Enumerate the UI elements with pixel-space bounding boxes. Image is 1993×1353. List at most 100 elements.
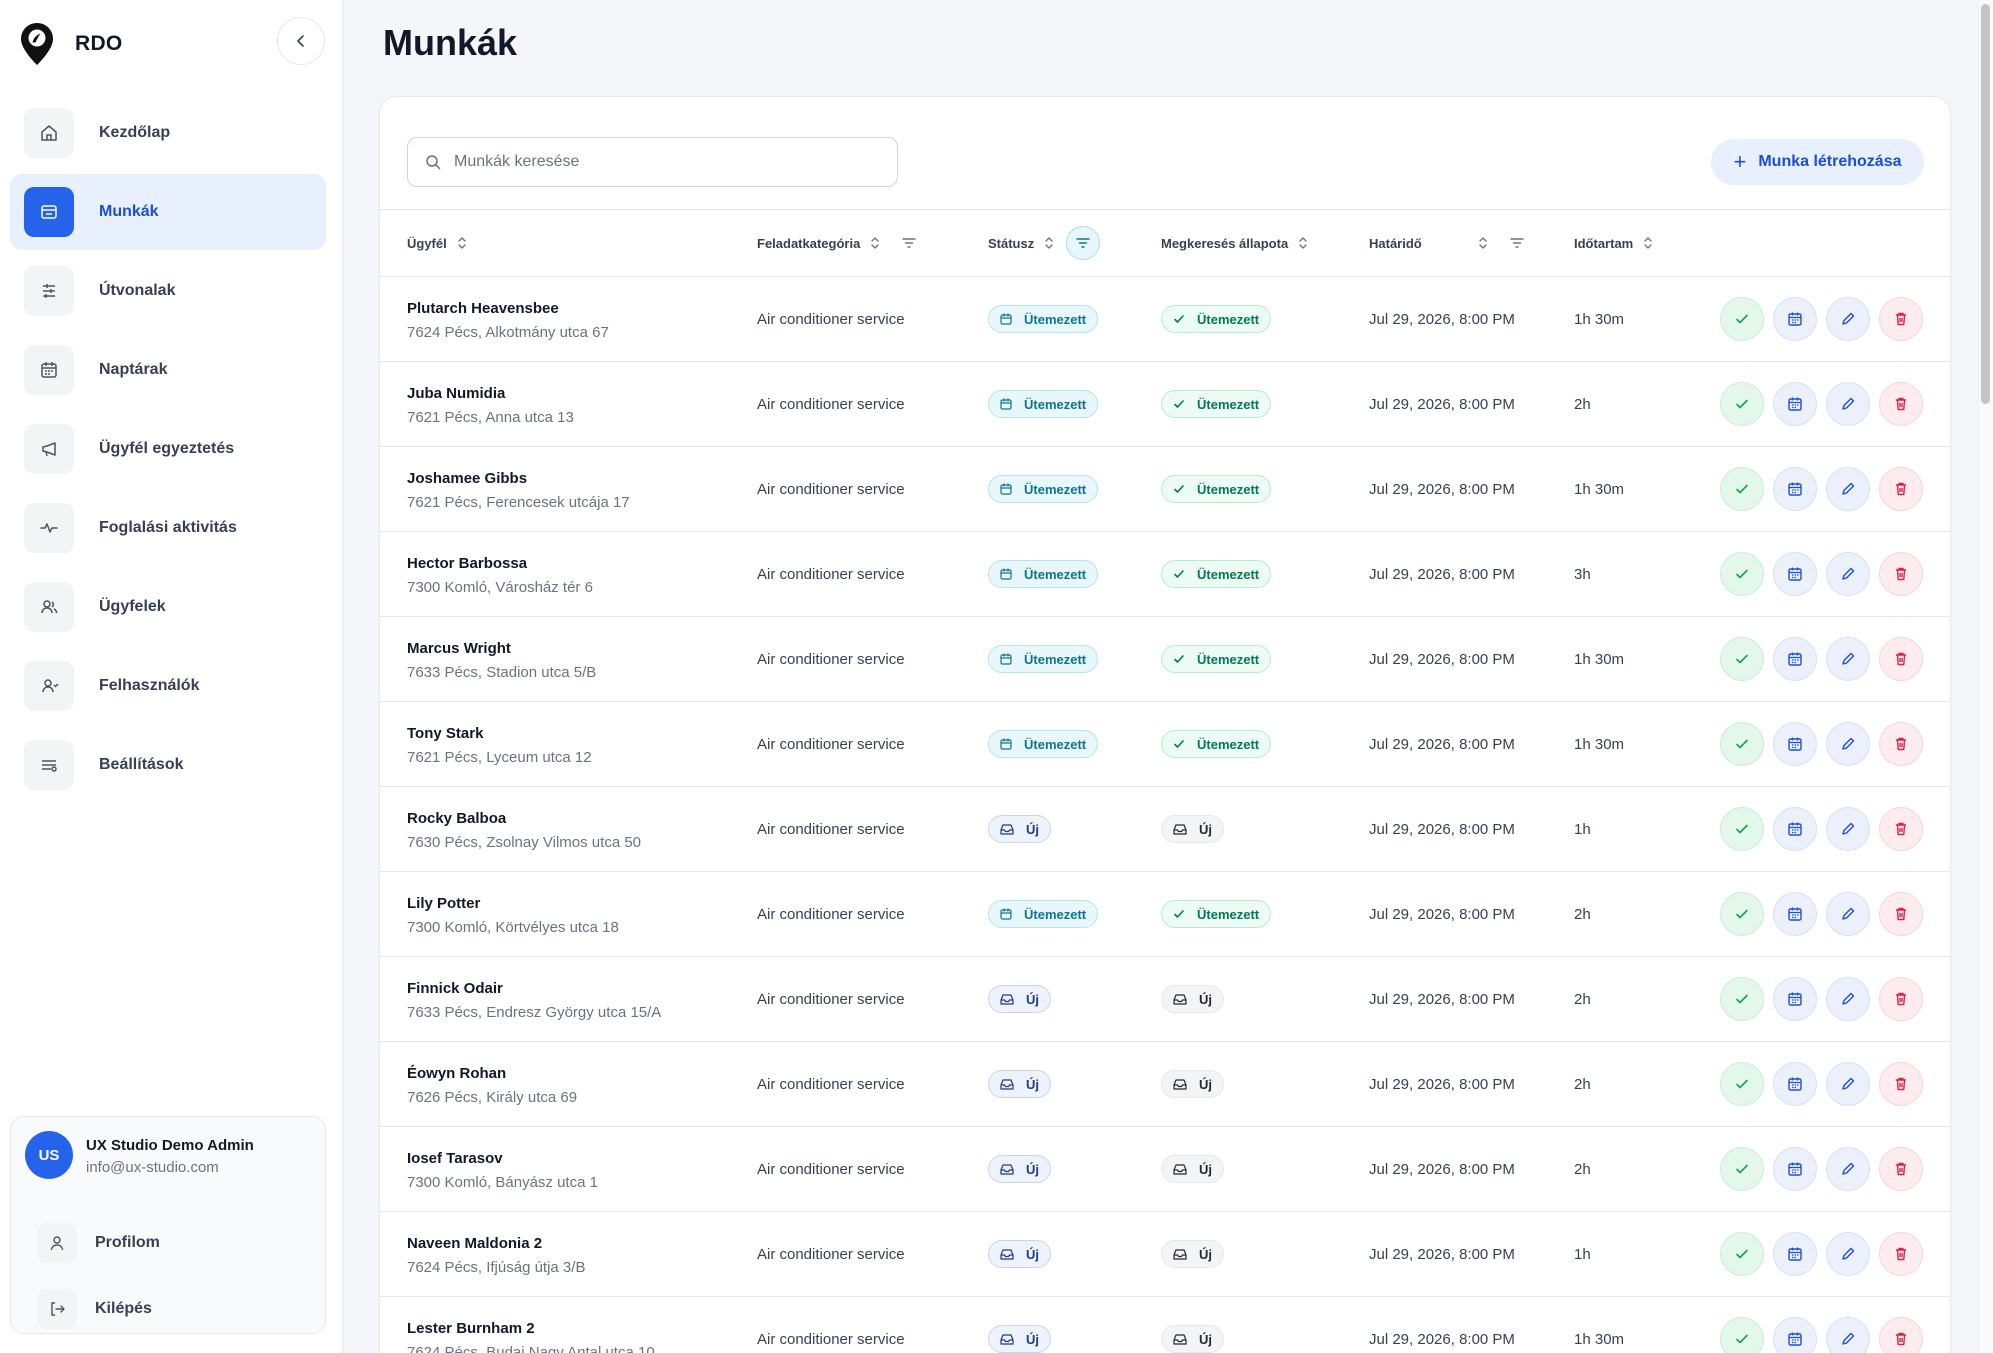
edit-button[interactable] (1826, 892, 1870, 936)
table-row[interactable]: Naveen Maldonia 2 7624 Pécs, Ifjúság útja… (380, 1212, 1950, 1297)
delete-button[interactable] (1879, 637, 1923, 681)
schedule-button[interactable] (1773, 297, 1817, 341)
sort-icon[interactable] (1298, 236, 1308, 250)
sidebar-item-users[interactable]: Felhasználók (10, 648, 326, 724)
edit-button[interactable] (1826, 297, 1870, 341)
schedule-button[interactable] (1773, 1317, 1817, 1353)
schedule-button[interactable] (1773, 977, 1817, 1021)
complete-button[interactable] (1720, 1062, 1764, 1106)
complete-button[interactable] (1720, 722, 1764, 766)
check-icon (1734, 566, 1750, 582)
column-duration[interactable]: Időtartam (1574, 210, 1653, 276)
table-row[interactable]: Joshamee Gibbs 7621 Pécs, Ferencesek utcá… (380, 447, 1950, 532)
brand[interactable]: RDO (20, 20, 123, 68)
edit-button[interactable] (1826, 552, 1870, 596)
sort-icon[interactable] (457, 236, 467, 250)
delete-button[interactable] (1879, 892, 1923, 936)
filter-active-icon[interactable] (1066, 226, 1101, 260)
schedule-button[interactable] (1773, 637, 1817, 681)
table-row[interactable]: Lily Potter 7300 Komló, Körtvélyes utca 1… (380, 872, 1950, 957)
sidebar-item-jobs[interactable]: Munkák (10, 174, 326, 250)
delete-button[interactable] (1879, 1062, 1923, 1106)
profile-button[interactable]: Profilom (37, 1221, 160, 1265)
edit-button[interactable] (1826, 467, 1870, 511)
logout-button[interactable]: Kilépés (37, 1287, 152, 1331)
schedule-button[interactable] (1773, 382, 1817, 426)
edit-button[interactable] (1826, 977, 1870, 1021)
sidebar-item-booking-activity[interactable]: Foglalási aktivitás (10, 490, 326, 566)
edit-button[interactable] (1826, 1317, 1870, 1353)
sort-icon[interactable] (1478, 236, 1488, 250)
schedule-button[interactable] (1773, 807, 1817, 851)
sort-icon[interactable] (1643, 236, 1653, 250)
delete-button[interactable] (1879, 807, 1923, 851)
sidebar-item-settings[interactable]: Beállítások (10, 727, 326, 803)
create-job-button[interactable]: + Munka létrehozása (1711, 139, 1924, 185)
complete-button[interactable] (1720, 552, 1764, 596)
column-client[interactable]: Ügyfél (407, 210, 467, 276)
delete-button[interactable] (1879, 382, 1923, 426)
delete-button[interactable] (1879, 552, 1923, 596)
scrollbar[interactable] (1978, 0, 1993, 1353)
delete-button[interactable] (1879, 722, 1923, 766)
schedule-button[interactable] (1773, 1062, 1817, 1106)
edit-button[interactable] (1826, 1232, 1870, 1276)
edit-button[interactable] (1826, 1147, 1870, 1191)
edit-button[interactable] (1826, 1062, 1870, 1106)
sidebar-item-routes[interactable]: Útvonalak (10, 253, 326, 329)
delete-button[interactable] (1879, 467, 1923, 511)
sort-icon[interactable] (1044, 236, 1054, 250)
column-deadline[interactable]: Határidő (1369, 210, 1524, 276)
complete-button[interactable] (1720, 467, 1764, 511)
schedule-button[interactable] (1773, 1232, 1817, 1276)
schedule-button[interactable] (1773, 467, 1817, 511)
column-status[interactable]: Státusz (988, 210, 1101, 276)
sidebar-item-calendars[interactable]: Naptárak (10, 332, 326, 408)
complete-button[interactable] (1720, 977, 1764, 1021)
table-row[interactable]: Lester Burnham 2 7624 Pécs, Budai Nagy An… (380, 1297, 1950, 1353)
edit-button[interactable] (1826, 807, 1870, 851)
delete-button[interactable] (1879, 1317, 1923, 1353)
schedule-button[interactable] (1773, 552, 1817, 596)
schedule-button[interactable] (1773, 1147, 1817, 1191)
edit-button[interactable] (1826, 637, 1870, 681)
table-row[interactable]: Finnick Odair 7633 Pécs, Endresz György u… (380, 957, 1950, 1042)
complete-button[interactable] (1720, 637, 1764, 681)
search-input[interactable] (454, 153, 874, 171)
delete-button[interactable] (1879, 977, 1923, 1021)
table-row[interactable]: Juba Numidia 7621 Pécs, Anna utca 13 Air c… (380, 362, 1950, 447)
collapse-sidebar-button[interactable] (277, 17, 325, 65)
edit-button[interactable] (1826, 382, 1870, 426)
column-request-status[interactable]: Megkeresés állapota (1161, 210, 1308, 276)
sidebar-item-home[interactable]: Kezdőlap (10, 95, 326, 171)
edit-button[interactable] (1826, 722, 1870, 766)
complete-button[interactable] (1720, 1317, 1764, 1353)
complete-button[interactable] (1720, 382, 1764, 426)
filter-icon[interactable] (1510, 237, 1524, 249)
table-row[interactable]: Marcus Wright 7633 Pécs, Stadion utca 5/B… (380, 617, 1950, 702)
sort-icon[interactable] (870, 236, 880, 250)
table-row[interactable]: Rocky Balboa 7630 Pécs, Zsolnay Vilmos ut… (380, 787, 1950, 872)
delete-button[interactable] (1879, 1232, 1923, 1276)
filter-icon[interactable] (902, 237, 917, 249)
table-row[interactable]: Iosef Tarasov 7300 Komló, Bányász utca 1 A… (380, 1127, 1950, 1212)
table-row[interactable]: Tony Stark 7621 Pécs, Lyceum utca 12 Air c… (380, 702, 1950, 787)
table-row[interactable]: Plutarch Heavensbee 7624 Pécs, Alkotmány … (380, 277, 1950, 362)
status-cell: Ütemezett (988, 872, 1099, 956)
complete-button[interactable] (1720, 297, 1764, 341)
delete-button[interactable] (1879, 297, 1923, 341)
sidebar-item-clients[interactable]: Ügyfelek (10, 569, 326, 645)
delete-button[interactable] (1879, 1147, 1923, 1191)
table-row[interactable]: Hector Barbossa 7300 Komló, Városház tér … (380, 532, 1950, 617)
complete-button[interactable] (1720, 807, 1764, 851)
schedule-button[interactable] (1773, 722, 1817, 766)
complete-button[interactable] (1720, 892, 1764, 936)
complete-button[interactable] (1720, 1147, 1764, 1191)
complete-button[interactable] (1720, 1232, 1764, 1276)
sidebar-item-client-coordination[interactable]: Ügyfél egyeztetés (10, 411, 326, 487)
column-category[interactable]: Feladatkategória (757, 210, 917, 276)
search-box[interactable] (407, 137, 898, 187)
table-row[interactable]: Éowyn Rohan 7626 Pécs, Király utca 69 Air … (380, 1042, 1950, 1127)
scrollbar-thumb[interactable] (1981, 4, 1990, 404)
schedule-button[interactable] (1773, 892, 1817, 936)
